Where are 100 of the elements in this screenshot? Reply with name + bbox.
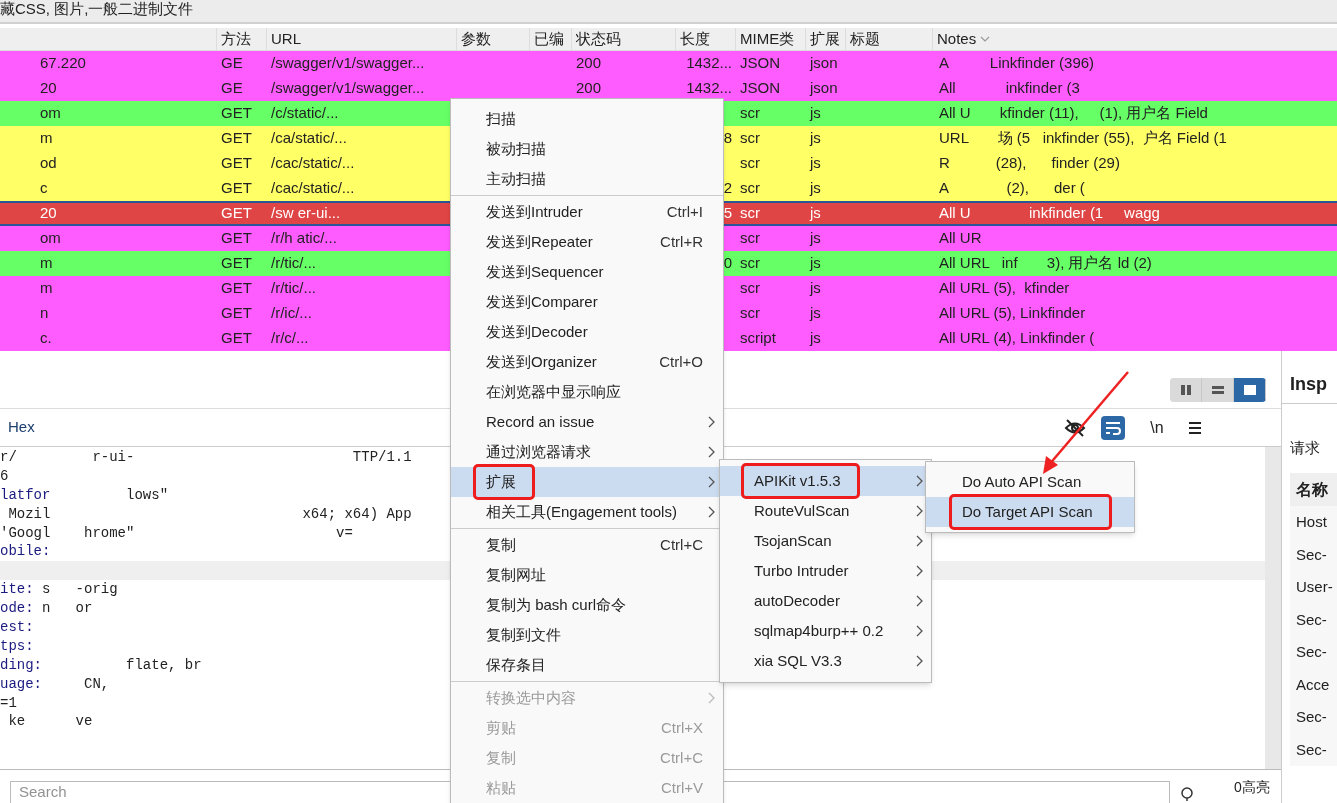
table-cell-text: GET [221,153,252,174]
table-cell-text: URL 场 (5 inkfinder (55), 户名 Field (1 [939,128,1227,149]
header-name: obile: [0,542,51,562]
table-cell-text: js [810,178,821,199]
table-cell-text: script [740,328,776,349]
table-cell-text: 20 [40,203,57,224]
table-cell-text: All U kfinder (11), (1), 用户名 Field [939,103,1208,124]
table-cell-text: scr [740,153,760,174]
table-cell-text: 8 [723,128,732,149]
table-cell-text: js [810,103,821,124]
table-cell-text: n [40,303,49,324]
table-cell: Host [1290,506,1337,539]
table-cell-text: js [810,253,821,274]
table-cell-text: js [810,153,821,174]
table-cell-text: JSON [740,53,780,74]
table-cell-text: GET [221,253,252,274]
table-cell-text: scr [740,278,760,299]
table-cell-text: /cac/static/... [271,178,355,199]
table-cell: Sec- [1290,701,1337,734]
table-cell-text: A Linkfinder (396) [939,53,1095,74]
table-cell-text: js [810,328,821,349]
table-cell-text: GE [221,78,243,99]
table-cell-text: 1432... [686,53,732,74]
table-cell-text: od [40,153,57,174]
table-cell-text: All URL (4), Linkfinder ( [939,328,1095,349]
table-cell: User- [1290,571,1337,604]
table-cell-text: /r/ic/... [271,303,312,324]
table-cell-text: All URL (5), Linkfinder [939,303,1086,324]
table-cell-text: GET [221,228,252,249]
table-cell-text: 1432... [686,78,732,99]
table-cell-text: 0 [723,253,732,274]
table-cell: Acce [1290,668,1337,701]
table-cell-text: scr [740,103,760,124]
code-text: ke ve [7,712,93,732]
code-text: =1 [0,693,17,713]
table-cell-text: 2 [723,178,732,199]
table-cell-text: /c/static/... [271,103,339,124]
table-cell-text: GET [221,278,252,299]
table-cell-text: js [810,203,821,224]
header-name: est: [0,617,34,637]
column-header: 名称 [1290,473,1337,506]
table-cell-text: All U inkfinder (1 wagg [939,203,1160,224]
table-cell-text: scr [740,303,760,324]
table-cell-text: GE [221,53,243,74]
table-cell-text: m [40,253,53,274]
code-text: r/ r-ui- TTP/1.1 [0,447,412,467]
table-cell: Sec- [1290,603,1337,636]
table-cell-text: /r/tic/... [271,253,316,274]
table-cell-text: /ca/static/... [271,128,347,149]
table-cell-text: json [810,78,838,99]
code-text: lows" [125,485,169,505]
table-cell-text: om [40,228,61,249]
filter-summary: 藏CSS, 图片,一般二进制文件 [0,0,194,18]
table-cell-text: scr [740,178,760,199]
table-cell-text: GET [221,328,252,349]
table-cell: Sec- [1290,636,1337,669]
table-cell-text: scr [740,253,760,274]
code-text: Mozil x64; x64) App [7,504,412,524]
table-cell-text: /swagger/v1/swagger... [271,53,425,74]
table-cell-text: R (28), finder (29) [939,153,1120,174]
table-cell-text: A (2), der ( [939,178,1085,199]
table-cell: Sec- [1290,733,1337,766]
table-cell-text: scr [740,203,760,224]
table-cell-text: js [810,228,821,249]
table-cell-text: /swagger/v1/swagger... [271,78,425,99]
table-cell-text: js [810,128,821,149]
header-name: ding: [0,655,42,675]
code-text: n or [41,599,93,619]
table-cell-text: JSON [740,78,780,99]
table-cell-text: /sw er-ui... [271,203,341,224]
table-cell-text: 20 [40,78,57,99]
highlight-count: 0高亮 [1234,779,1270,795]
table-cell-text: All inkfinder (3 [939,78,1080,99]
table-cell-text: GET [221,303,252,324]
code-text: 'Googl hrome" v= [0,523,353,543]
header-name: ode: [0,599,34,619]
header-name: tps: [0,636,34,656]
code-text: CN, [83,674,110,694]
table-cell-text: c [40,178,48,199]
header-name: latfor [0,485,51,505]
table-cell-text: GET [221,203,252,224]
code-text: s -orig [41,580,118,600]
table-cell: Sec- [1290,538,1337,571]
table-cell-text: m [40,128,53,149]
panel-title: Insp [1290,373,1328,396]
table-cell-text: m [40,278,53,299]
table-cell-text: /r/tic/... [271,278,316,299]
table-cell-text: 67.220 [40,53,86,74]
table-cell-text: c. [40,328,52,349]
table-cell-text: scr [740,128,760,149]
table-cell-text: 200 [576,53,602,74]
table-cell-text: GET [221,128,252,149]
table-cell-text: /cac/static/... [271,153,355,174]
table-cell-text: json [810,53,838,74]
table-cell-text: /r/c/... [271,328,309,349]
table-cell-text: scr [740,228,760,249]
code-text: 6 [0,466,9,486]
table-cell-text: js [810,278,821,299]
table-cell-text: GET [221,103,252,124]
table-cell-text: 5 [723,203,732,224]
